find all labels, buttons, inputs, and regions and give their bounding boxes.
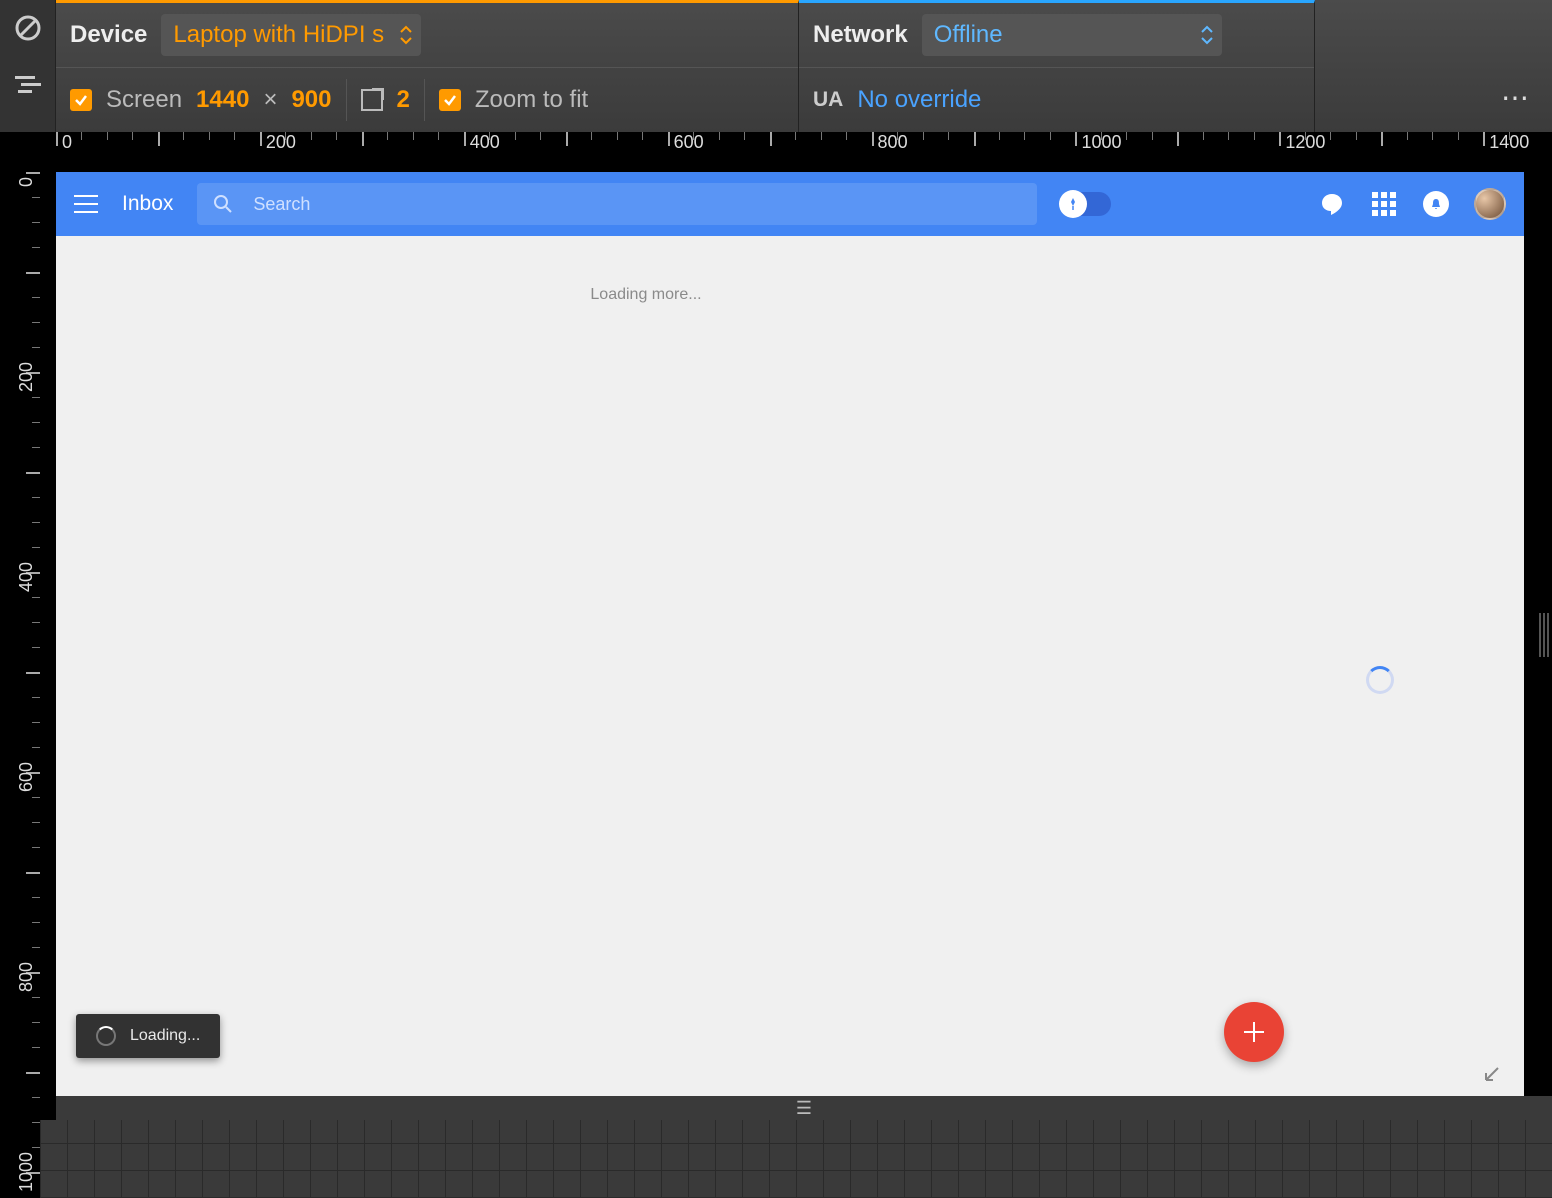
search-icon: [213, 194, 233, 214]
overflow-grid: [40, 1120, 1552, 1198]
drawer-icon: ☰: [796, 1098, 812, 1119]
resize-handle-icon[interactable]: [1482, 1066, 1500, 1084]
drawer-handle[interactable]: ☰: [56, 1096, 1552, 1120]
ua-label: UA: [813, 88, 843, 112]
dpr-value[interactable]: 2: [397, 86, 410, 114]
device-pane: Device Laptop with HiDPI s Screen 1440 ×…: [56, 0, 799, 132]
ruler-number: 1200: [1285, 132, 1325, 153]
ruler-number: 200: [266, 132, 296, 153]
more-icon[interactable]: ⋯: [1501, 81, 1532, 114]
ruler-number: 200: [16, 372, 37, 392]
screen-x: ×: [263, 86, 277, 114]
chevron-updown-icon: [399, 24, 413, 46]
devtools-sidebar: [0, 0, 56, 132]
loading-more-text: Loading more...: [446, 286, 846, 304]
apps-icon[interactable]: [1370, 190, 1398, 218]
app-title[interactable]: Inbox: [122, 192, 173, 216]
device-select-value: Laptop with HiDPI s: [173, 21, 384, 49]
search-input[interactable]: [253, 194, 1021, 215]
spinner-icon: [96, 1026, 116, 1046]
ruler-number: 600: [16, 772, 37, 792]
chevron-updown-icon: [1200, 24, 1214, 46]
ruler-number: 400: [16, 572, 37, 592]
network-label: Network: [813, 21, 908, 49]
toolbar-right: ⋯: [1315, 0, 1552, 132]
screen-width[interactable]: 1440: [196, 86, 249, 114]
ruler-number: 1000: [16, 1172, 37, 1192]
screen-checkbox[interactable]: [70, 89, 92, 111]
ruler-number: 1400: [1489, 132, 1529, 153]
right-resize-handle[interactable]: [1536, 600, 1552, 670]
device-select[interactable]: Laptop with HiDPI s: [161, 14, 421, 56]
inbox-header: Inbox: [56, 172, 1524, 236]
inbox-content: Loading more... Loading...: [56, 236, 1524, 1096]
notifications-icon[interactable]: [1422, 190, 1450, 218]
search-box[interactable]: [197, 183, 1037, 225]
network-pane: Network Offline UA No override: [799, 0, 1315, 132]
loading-toast: Loading...: [76, 1014, 220, 1058]
devtools-toolbar: Device Laptop with HiDPI s Screen 1440 ×…: [56, 0, 1552, 132]
ruler-number: 0: [16, 172, 37, 192]
ruler-number: 400: [470, 132, 500, 153]
no-entry-icon[interactable]: [0, 0, 56, 56]
ruler-horizontal: 0 200 400 600 800 1000 1200 1400: [40, 132, 1552, 172]
filter-icon[interactable]: [0, 56, 56, 112]
pin-icon: [1059, 190, 1087, 218]
network-select[interactable]: Offline: [922, 14, 1222, 56]
network-select-value: Offline: [934, 21, 1003, 49]
pin-toggle[interactable]: [1061, 192, 1111, 216]
spinner-icon: [1366, 666, 1394, 694]
ruler-vertical: 0 200 400 600 800 1000: [0, 132, 40, 1198]
ruler-number: 600: [674, 132, 704, 153]
device-label: Device: [70, 21, 147, 49]
hangouts-icon[interactable]: [1318, 190, 1346, 218]
ruler-number: 800: [16, 972, 37, 992]
separator: [346, 79, 347, 121]
menu-icon[interactable]: [74, 195, 98, 213]
emulated-viewport: Inbox Loading more... Loading...: [56, 172, 1524, 1096]
ruler-number: 800: [878, 132, 908, 153]
screen-label: Screen: [106, 86, 182, 114]
ruler-number: 1000: [1081, 132, 1121, 153]
toast-text: Loading...: [130, 1027, 200, 1045]
dpr-icon: [361, 89, 383, 111]
avatar[interactable]: [1474, 188, 1506, 220]
ua-value[interactable]: No override: [857, 86, 981, 114]
compose-fab[interactable]: [1224, 1002, 1284, 1062]
screen-height[interactable]: 900: [291, 86, 331, 114]
separator: [424, 79, 425, 121]
zoom-label: Zoom to fit: [475, 86, 588, 114]
zoom-checkbox[interactable]: [439, 89, 461, 111]
ruler-number: 0: [62, 132, 72, 153]
